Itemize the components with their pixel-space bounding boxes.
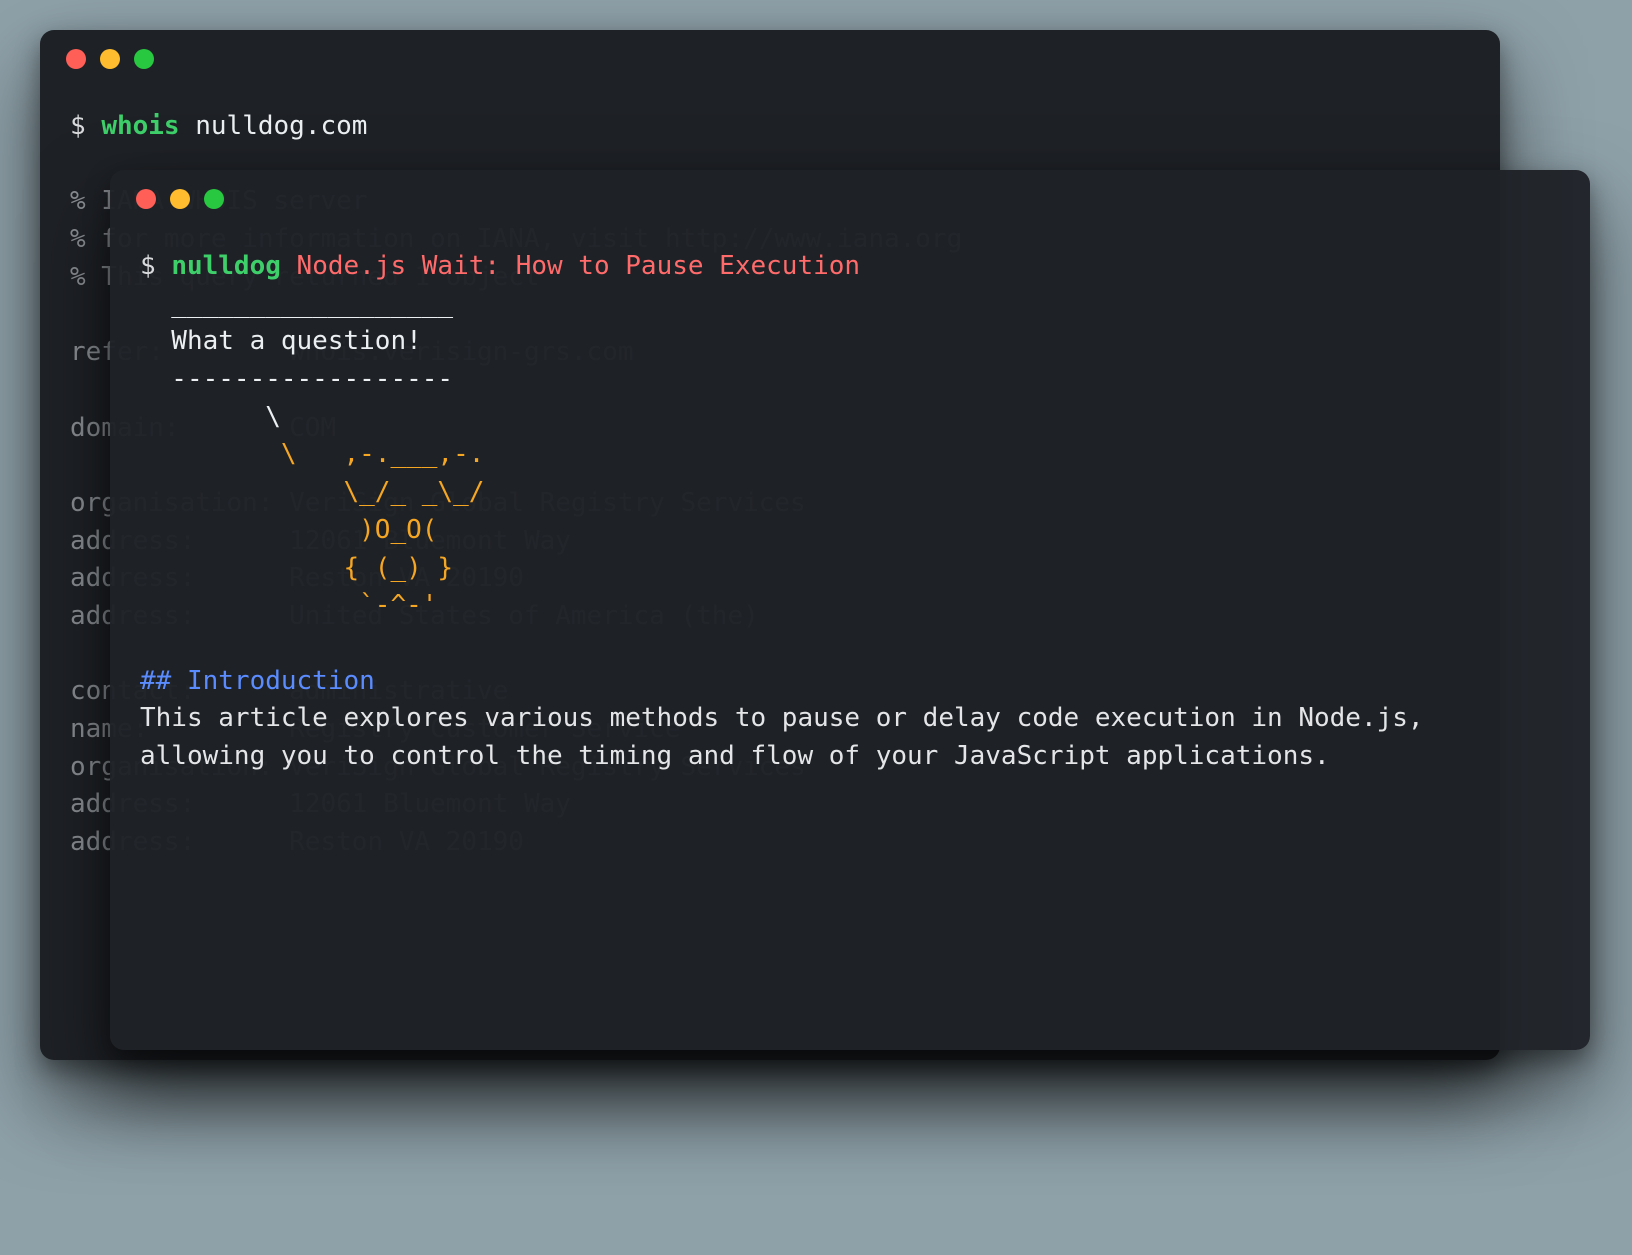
article-body: This article explores various methods to… [140,703,1439,771]
traffic-light-minimize-icon[interactable] [170,189,190,209]
ascii-dog-line: \_/_ _\_/ [140,477,484,507]
ascii-dog-line: { (_) } [140,553,453,583]
ascii-dog-line: `-^-' [140,590,437,620]
prompt-symbol: $ [70,111,86,141]
ascii-dog-line: \ [140,402,281,432]
speech-bubble-top: __________________ [140,289,453,319]
command-name: whois [101,111,179,141]
speech-bubble-text: What a question! [140,326,422,356]
prompt-symbol: $ [140,251,156,281]
titlebar-front [110,170,1590,228]
article-title: Node.js Wait: How to Pause Execution [297,251,861,281]
ascii-dog-line: \ ,-.___,-. [140,439,484,469]
traffic-light-close-icon[interactable] [66,49,86,69]
section-heading: ## Introduction [140,666,375,696]
ascii-dog-line: )O_O( [140,515,437,545]
traffic-light-zoom-icon[interactable] [134,49,154,69]
speech-bubble-bottom: ------------------ [140,364,453,394]
terminal-output-front: $ nulldog Node.js Wait: How to Pause Exe… [110,228,1590,806]
titlebar-back [40,30,1500,88]
command-name: nulldog [171,251,281,281]
command-arg: nulldog.com [195,111,367,141]
traffic-light-zoom-icon[interactable] [204,189,224,209]
terminal-window-front: $ nulldog Node.js Wait: How to Pause Exe… [110,170,1590,1050]
traffic-light-close-icon[interactable] [136,189,156,209]
traffic-light-minimize-icon[interactable] [100,49,120,69]
